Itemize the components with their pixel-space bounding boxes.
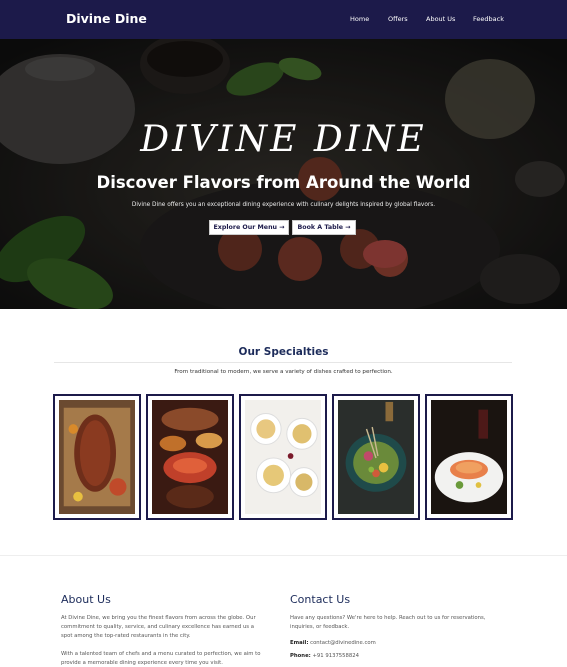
about-title: About Us xyxy=(61,593,111,606)
navbar: Divine Dine Home Offers About Us Feedbac… xyxy=(0,0,567,39)
specialty-card-pasta[interactable] xyxy=(239,394,327,520)
salad-image xyxy=(338,400,414,514)
specialties-title: Our Specialties xyxy=(238,346,329,358)
explore-menu-button[interactable]: Explore Our Menu → xyxy=(209,220,289,235)
about-paragraph-1: At Divine Dine, we bring you the finest … xyxy=(61,615,256,639)
phone-label: Phone: xyxy=(290,653,311,659)
hero-title: DIVINE DINE xyxy=(140,119,427,160)
phone-value[interactable]: +91 9137558824 xyxy=(312,653,359,659)
mixed-dishes-image xyxy=(152,400,228,514)
nav-home-link[interactable]: Home xyxy=(350,15,369,23)
contact-title: Contact Us xyxy=(290,593,351,606)
nav-links: Home Offers About Us Feedback xyxy=(0,15,567,27)
specialty-card-salmon[interactable] xyxy=(425,394,513,520)
grilled-meat-image xyxy=(59,400,135,514)
specialty-card-mixed-dishes[interactable] xyxy=(146,394,234,520)
section-divider xyxy=(0,555,567,556)
hero-section: DIVINE DINE Discover Flavors from Around… xyxy=(0,39,567,309)
pasta-image xyxy=(245,400,321,514)
book-table-button[interactable]: Book A Table → xyxy=(292,220,356,235)
hero-subtitle: Discover Flavors from Around the World xyxy=(96,173,471,192)
email-value[interactable]: contact@divinedine.com xyxy=(310,640,376,646)
hero-description: Divine Dine offers you an exceptional di… xyxy=(131,202,436,208)
specialty-card-grilled-meat[interactable] xyxy=(53,394,141,520)
nav-about-link[interactable]: About Us xyxy=(426,15,455,23)
contact-intro: Have any questions? We're here to help. … xyxy=(290,615,486,630)
specialties-divider xyxy=(54,362,512,363)
email-label: Email: xyxy=(290,640,309,646)
contact-email: Email: contact@divinedine.com xyxy=(290,640,376,646)
about-paragraph-2: With a talented team of chefs and a menu… xyxy=(61,651,261,666)
specialties-subtitle: From traditional to modern, we serve a v… xyxy=(174,369,393,375)
salmon-image xyxy=(431,400,507,514)
specialty-card-salad[interactable] xyxy=(332,394,420,520)
nav-offers-link[interactable]: Offers xyxy=(388,15,408,23)
nav-feedback-link[interactable]: Feedback xyxy=(473,15,504,23)
contact-phone: Phone: +91 9137558824 xyxy=(290,653,359,659)
